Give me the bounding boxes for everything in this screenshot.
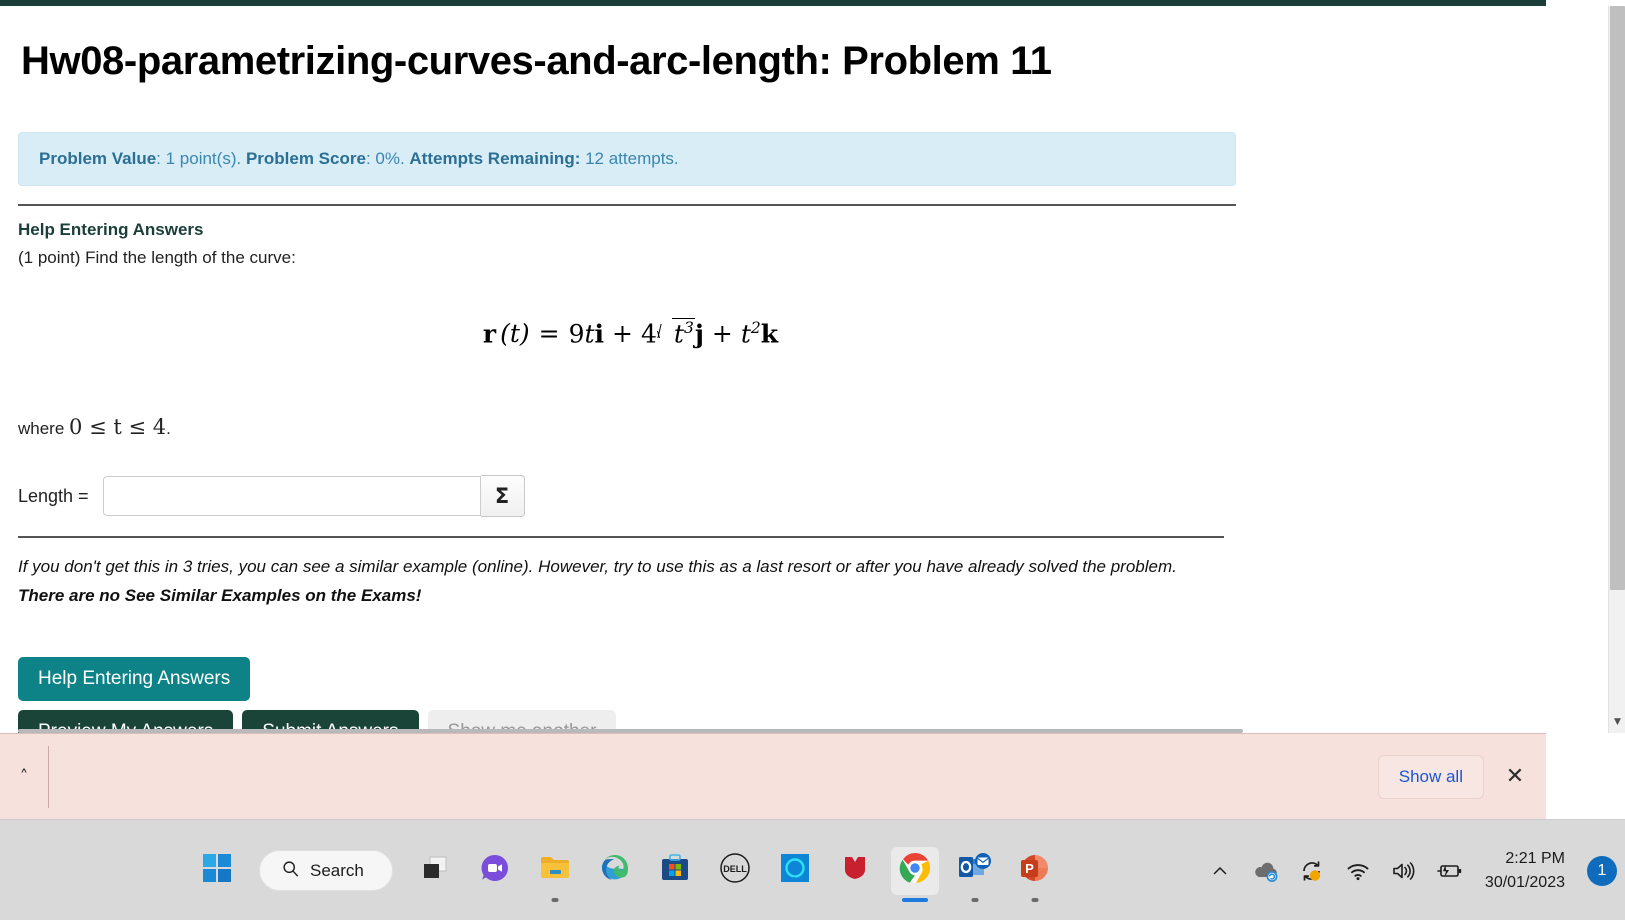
speaker-icon[interactable] (1389, 856, 1419, 886)
formula-radicand: t3 (672, 318, 695, 348)
problem-value-text: : 1 point(s). (156, 149, 246, 168)
powerpoint-button[interactable]: P (1011, 847, 1059, 895)
formula-term2-coeff: 4 (641, 319, 657, 348)
where-inequality: 0 ≤ t ≤ 4 (69, 415, 166, 439)
chrome-button[interactable] (891, 847, 939, 895)
formula-term2-var: t (674, 319, 684, 348)
attempts-remaining-label: Attempts Remaining: (409, 149, 580, 168)
answer-label: Length = (18, 486, 89, 507)
battery-charging-icon[interactable] (1435, 856, 1465, 886)
alexa-button[interactable] (771, 847, 819, 895)
onedrive-icon[interactable] (1251, 856, 1281, 886)
chat-button[interactable] (471, 847, 519, 895)
formula-r: r (483, 319, 496, 348)
problem-score-label: Problem Score (246, 149, 366, 168)
mcafee-button[interactable] (831, 847, 879, 895)
task-view-button[interactable] (411, 847, 459, 895)
math-keyboard-button[interactable]: Σ (481, 475, 525, 517)
search-icon (282, 860, 299, 882)
problem-score-text: : 0%. (366, 149, 409, 168)
scroll-down-arrow-icon[interactable]: ▼ (1609, 714, 1625, 731)
clock-date: 30/01/2023 (1485, 871, 1565, 894)
task-view-icon (420, 853, 450, 888)
folder-icon (539, 853, 571, 888)
running-indicator (1031, 898, 1038, 902)
help-entering-answers-button[interactable]: Help Entering Answers (18, 657, 250, 701)
store-icon (660, 853, 690, 888)
file-explorer-button[interactable] (531, 847, 579, 895)
clock-time: 2:21 PM (1485, 847, 1565, 870)
problem-content: Hw08-parametrizing-curves-and-arc-length… (18, 6, 1243, 733)
domain-constraint-line: where 0 ≤ t ≤ 4. (18, 415, 1243, 439)
formula-equals: = (539, 319, 560, 348)
edge-icon (599, 852, 631, 889)
webwork-page: Hw08-parametrizing-curves-and-arc-length… (0, 6, 1546, 733)
powerpoint-icon: P (1019, 852, 1051, 889)
problem-statement: (1 point) Find the length of the curve: (18, 248, 1243, 268)
formula-arg: (t) (500, 319, 530, 348)
wifi-icon[interactable] (1343, 856, 1373, 886)
running-indicator (902, 898, 928, 902)
microsoft-store-button[interactable] (651, 847, 699, 895)
running-indicator (551, 898, 558, 902)
windows-taskbar: Search (0, 819, 1625, 920)
attempts-remaining-text: 12 attempts. (580, 149, 678, 168)
problem-info-banner: Problem Value: 1 point(s). Problem Score… (18, 132, 1236, 186)
update-icon[interactable] (1297, 856, 1327, 886)
notification-badge[interactable]: 1 (1587, 856, 1617, 886)
vertical-scrollbar-thumb[interactable] (1610, 6, 1625, 590)
system-tray: 2:21 PM 30/01/2023 1 (1205, 820, 1617, 921)
alexa-icon (780, 853, 810, 888)
answer-row: Length = Σ (18, 475, 1243, 517)
formula-sqrt-icon: t3 (657, 318, 695, 348)
curve-formula: r(t)=9ti+4t3j+t2k (18, 318, 1243, 366)
start-button[interactable] (193, 847, 241, 895)
action-buttons: Help Entering Answers Preview My Answers… (18, 657, 1243, 733)
formula-plus-2: + (712, 319, 733, 348)
hint-text-part1: If you don't get this in 3 tries, you ca… (18, 557, 1177, 576)
edge-button[interactable] (591, 847, 639, 895)
chevron-up-icon[interactable]: ˄ (0, 767, 48, 787)
chrome-icon (898, 851, 932, 890)
page-title: Hw08-parametrizing-curves-and-arc-length… (21, 39, 1243, 84)
formula-plus-1: + (612, 319, 633, 348)
formula-term2-exp: 3 (684, 319, 694, 337)
windows-logo-icon (202, 853, 232, 888)
where-prefix: where (18, 419, 69, 438)
downloads-divider (48, 746, 49, 808)
clock[interactable]: 2:21 PM 30/01/2023 (1485, 847, 1565, 893)
similar-example-hint: If you don't get this in 3 tries, you ca… (18, 552, 1178, 610)
close-icon[interactable]: ✕ (1484, 764, 1546, 789)
taskbar-icons: Search (193, 820, 1059, 921)
where-suffix: . (166, 419, 171, 438)
formula-term2-unit: j (695, 319, 704, 348)
help-entering-answers-link[interactable]: Help Entering Answers (18, 220, 1243, 240)
formula-term1-coeff: 9 (569, 319, 585, 348)
downloads-bar: ˄ Show all ✕ (0, 733, 1546, 819)
dell-icon: DELL (719, 852, 751, 889)
running-indicator (971, 898, 978, 902)
mcafee-icon (840, 853, 870, 888)
divider-mid (18, 536, 1224, 538)
hint-text-bold: There are no See Similar Examples on the… (18, 586, 421, 605)
svg-text:DELL: DELL (723, 864, 747, 874)
formula-term1-var: t (585, 319, 595, 348)
svg-text:P: P (1025, 861, 1034, 876)
divider-top (18, 204, 1236, 206)
formula-term3-unit: k (761, 319, 778, 348)
formula-term3-exp: 2 (751, 319, 761, 337)
search-input[interactable]: Search (259, 850, 393, 891)
show-all-downloads-button[interactable]: Show all (1378, 755, 1484, 799)
dell-button[interactable]: DELL (711, 847, 759, 895)
outlook-button[interactable] (951, 847, 999, 895)
length-answer-input[interactable] (103, 476, 481, 516)
problem-value-label: Problem Value (39, 149, 156, 168)
search-label: Search (310, 861, 364, 881)
tray-overflow-button[interactable] (1205, 856, 1235, 886)
outlook-icon (958, 852, 992, 889)
vertical-scrollbar[interactable]: ▼ (1608, 6, 1625, 733)
formula-term3-var: t (741, 319, 751, 348)
teams-chat-icon (479, 852, 511, 889)
formula-term1-unit: i (595, 319, 605, 348)
